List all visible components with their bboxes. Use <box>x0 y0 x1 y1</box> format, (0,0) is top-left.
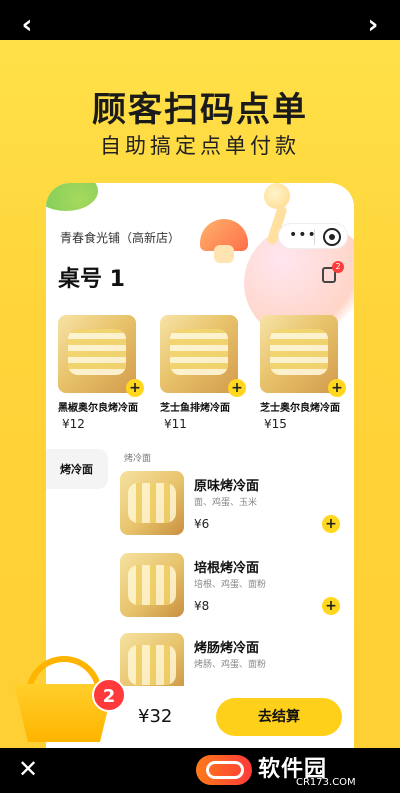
close-icon[interactable]: ✕ <box>16 757 40 781</box>
mini-program-capsule[interactable]: ••• <box>278 223 348 249</box>
item-description: 培根、鸡蛋、面粉 <box>194 580 267 590</box>
add-to-cart-button[interactable]: + <box>328 379 346 397</box>
food-image <box>260 315 338 393</box>
category-tab-active[interactable]: 烤冷面 <box>46 449 108 489</box>
food-image <box>58 315 136 393</box>
featured-items: + 黑椒奥尔良烤冷面 ¥12 + 芝士鱼排烤冷面 ¥11 + 芝士奥尔良烤冷面 … <box>46 311 354 441</box>
watermark-subtext: CR173.COM <box>296 777 356 788</box>
forward-arrow-icon[interactable]: › <box>360 12 386 38</box>
hero-title: 顾客扫码点单 <box>92 90 308 130</box>
hero-subtitle: 自助搞定点单付款 <box>100 134 300 158</box>
cart-count-badge: 2 <box>92 678 126 712</box>
item-price: ¥6 <box>194 517 210 531</box>
item-name: 芝士奥尔良烤冷面 <box>260 403 340 414</box>
cart-basket[interactable]: 2 <box>14 656 126 744</box>
featured-item[interactable]: + 芝士奥尔良烤冷面 ¥15 <box>260 311 350 441</box>
back-arrow-icon[interactable]: ‹ <box>14 12 40 38</box>
category-label: 烤冷面 <box>60 463 93 476</box>
site-watermark: 软件园 CR173.COM <box>196 751 386 789</box>
mushroom-stem <box>214 245 234 263</box>
top-navigation-bar: ‹ › <box>0 0 400 40</box>
food-image <box>120 471 184 535</box>
menu-list-item[interactable]: 原味烤冷面 面、鸡蛋、玉米 ¥6 + <box>120 471 348 549</box>
add-to-cart-button[interactable]: + <box>322 515 340 533</box>
watermark-logo-inner <box>206 761 244 779</box>
featured-item[interactable]: + 芝士鱼排烤冷面 ¥11 <box>160 311 250 441</box>
item-title: 培根烤冷面 <box>194 561 260 576</box>
watermark-logo-icon <box>196 755 252 785</box>
table-number: 桌号 1 <box>58 267 125 292</box>
food-image <box>120 553 184 617</box>
section-title: 烤冷面 <box>124 454 152 464</box>
item-price: ¥8 <box>194 599 210 613</box>
add-to-cart-button[interactable]: + <box>322 597 340 615</box>
item-name: 芝士鱼排烤冷面 <box>160 403 230 414</box>
promo-stage: ‹ › 顾客扫码点单 自助搞定点单付款 青春食光铺（高新店） ••• 桌号 1 … <box>0 0 400 793</box>
item-name: 黑椒奥尔良烤冷面 <box>58 403 138 414</box>
order-count-badge: 2 <box>332 261 344 273</box>
more-icon[interactable]: ••• <box>289 227 317 243</box>
item-title: 原味烤冷面 <box>194 479 260 494</box>
checkout-button[interactable]: 去结算 <box>216 698 342 736</box>
food-image <box>160 315 238 393</box>
item-description: 面、鸡蛋、玉米 <box>194 498 258 508</box>
capsule-divider <box>314 229 315 245</box>
cart-total: ¥32 <box>138 706 173 727</box>
spoon-illustration <box>264 183 290 209</box>
item-price: ¥12 <box>62 417 85 431</box>
add-to-cart-button[interactable]: + <box>126 379 144 397</box>
item-description: 烤肠、鸡蛋、面粉 <box>194 660 267 670</box>
item-price: ¥11 <box>164 417 187 431</box>
item-title: 烤肠烤冷面 <box>194 641 260 656</box>
item-price: ¥15 <box>264 417 287 431</box>
bottom-bar: ✕ 软件园 CR173.COM <box>0 748 400 793</box>
store-name: 青春食光铺（高新店） <box>60 231 181 245</box>
menu-list-item[interactable]: 培根烤冷面 培根、鸡蛋、面粉 ¥8 + <box>120 553 348 631</box>
add-to-cart-button[interactable]: + <box>228 379 246 397</box>
featured-item[interactable]: + 黑椒奥尔良烤冷面 ¥12 <box>58 311 148 441</box>
target-icon[interactable] <box>323 228 341 246</box>
decorative-blob <box>46 183 98 211</box>
